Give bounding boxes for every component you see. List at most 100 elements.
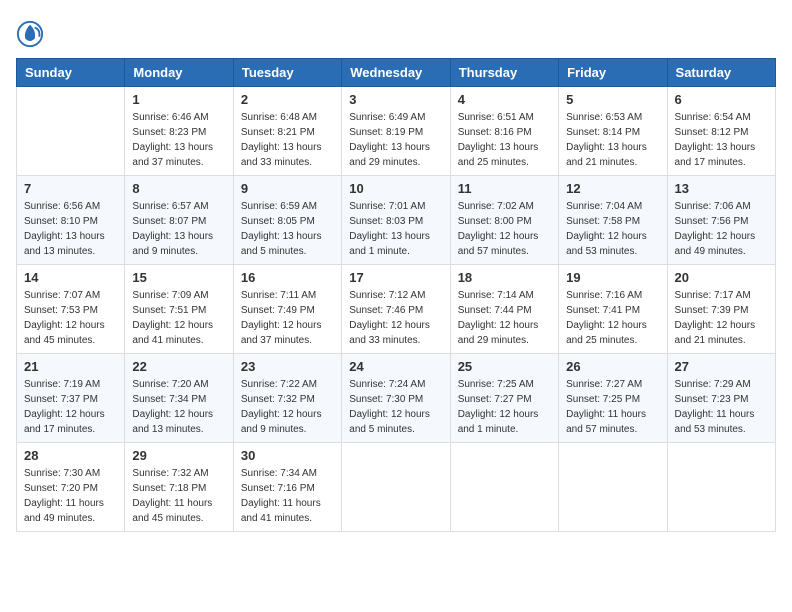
calendar-day-cell: 26Sunrise: 7:27 AM Sunset: 7:25 PM Dayli… <box>559 354 667 443</box>
calendar-day-cell: 9 Sunrise: 6:59 AM Sunset: 8:05 PM Daylig… <box>233 176 341 265</box>
calendar-day-cell <box>342 443 450 532</box>
calendar-day-cell: 30 Sunrise: 7:34 AM Sunset: 7:16 PM Dayli… <box>233 443 341 532</box>
calendar-day-cell: 14 Sunrise: 7:07 AM Sunset: 7:53 PM Dayli… <box>17 265 125 354</box>
day-info: Sunrise: 6:59 AM Sunset: 8:05 PM Dayligh… <box>241 199 334 259</box>
day-info: Sunrise: 7:14 AM Sunset: 7:44 PM Dayligh… <box>458 288 551 348</box>
calendar-header-row: SundayMondayTuesdayWednesdayThursdayFrid… <box>17 59 776 87</box>
day-info: Sunrise: 7:30 AM Sunset: 7:20 PM Dayligh… <box>24 466 117 526</box>
day-number: 30 <box>241 448 334 463</box>
calendar-day-cell: 20 Sunrise: 7:17 AM Sunset: 7:39 PM Dayli… <box>667 265 775 354</box>
day-info: Sunrise: 7:02 AM Sunset: 8:00 PM Dayligh… <box>458 199 551 259</box>
calendar-day-cell: 3 Sunrise: 6:49 AM Sunset: 8:19 PM Daylig… <box>342 87 450 176</box>
day-info: Sunrise: 7:20 AM Sunset: 7:34 PM Dayligh… <box>132 377 225 437</box>
day-number: 8 <box>132 181 225 196</box>
day-info: Sunrise: 6:57 AM Sunset: 8:07 PM Dayligh… <box>132 199 225 259</box>
day-info: Sunrise: 7:22 AM Sunset: 7:32 PM Dayligh… <box>241 377 334 437</box>
calendar-day-cell <box>450 443 558 532</box>
day-info: Sunrise: 6:54 AM Sunset: 8:12 PM Dayligh… <box>675 110 768 170</box>
day-number: 4 <box>458 92 551 107</box>
day-info: Sunrise: 6:46 AM Sunset: 8:23 PM Dayligh… <box>132 110 225 170</box>
day-number: 25 <box>458 359 551 374</box>
day-info: Sunrise: 6:51 AM Sunset: 8:16 PM Dayligh… <box>458 110 551 170</box>
calendar-day-cell: 18 Sunrise: 7:14 AM Sunset: 7:44 PM Dayli… <box>450 265 558 354</box>
calendar-day-cell: 24 Sunrise: 7:24 AM Sunset: 7:30 PM Dayli… <box>342 354 450 443</box>
day-info: Sunrise: 7:27 AM Sunset: 7:25 PM Dayligh… <box>566 377 659 437</box>
day-number: 1 <box>132 92 225 107</box>
calendar-day-cell: 7 Sunrise: 6:56 AM Sunset: 8:10 PM Daylig… <box>17 176 125 265</box>
calendar-day-cell: 28Sunrise: 7:30 AM Sunset: 7:20 PM Dayli… <box>17 443 125 532</box>
calendar-day-cell: 5 Sunrise: 6:53 AM Sunset: 8:14 PM Daylig… <box>559 87 667 176</box>
day-info: Sunrise: 7:19 AM Sunset: 7:37 PM Dayligh… <box>24 377 117 437</box>
calendar-day-cell: 19Sunrise: 7:16 AM Sunset: 7:41 PM Dayli… <box>559 265 667 354</box>
calendar-day-cell: 25 Sunrise: 7:25 AM Sunset: 7:27 PM Dayli… <box>450 354 558 443</box>
day-info: Sunrise: 7:04 AM Sunset: 7:58 PM Dayligh… <box>566 199 659 259</box>
day-of-week-header: Sunday <box>17 59 125 87</box>
calendar-day-cell <box>667 443 775 532</box>
calendar-day-cell: 13 Sunrise: 7:06 AM Sunset: 7:56 PM Dayli… <box>667 176 775 265</box>
day-of-week-header: Wednesday <box>342 59 450 87</box>
page-header <box>16 16 776 48</box>
day-of-week-header: Tuesday <box>233 59 341 87</box>
calendar-table: SundayMondayTuesdayWednesdayThursdayFrid… <box>16 58 776 532</box>
day-info: Sunrise: 7:12 AM Sunset: 7:46 PM Dayligh… <box>349 288 442 348</box>
day-number: 9 <box>241 181 334 196</box>
calendar-week-row: 28Sunrise: 7:30 AM Sunset: 7:20 PM Dayli… <box>17 443 776 532</box>
day-number: 10 <box>349 181 442 196</box>
calendar-day-cell: 21 Sunrise: 7:19 AM Sunset: 7:37 PM Dayli… <box>17 354 125 443</box>
day-number: 6 <box>675 92 768 107</box>
calendar-day-cell: 23Sunrise: 7:22 AM Sunset: 7:32 PM Dayli… <box>233 354 341 443</box>
calendar-week-row: 21 Sunrise: 7:19 AM Sunset: 7:37 PM Dayli… <box>17 354 776 443</box>
day-of-week-header: Thursday <box>450 59 558 87</box>
day-number: 5 <box>566 92 659 107</box>
calendar-day-cell <box>17 87 125 176</box>
logo <box>16 20 48 48</box>
day-number: 14 <box>24 270 117 285</box>
day-info: Sunrise: 7:25 AM Sunset: 7:27 PM Dayligh… <box>458 377 551 437</box>
day-number: 24 <box>349 359 442 374</box>
day-number: 2 <box>241 92 334 107</box>
day-info: Sunrise: 6:56 AM Sunset: 8:10 PM Dayligh… <box>24 199 117 259</box>
day-info: Sunrise: 7:29 AM Sunset: 7:23 PM Dayligh… <box>675 377 768 437</box>
calendar-day-cell: 4 Sunrise: 6:51 AM Sunset: 8:16 PM Daylig… <box>450 87 558 176</box>
calendar-week-row: 14 Sunrise: 7:07 AM Sunset: 7:53 PM Dayli… <box>17 265 776 354</box>
calendar-day-cell: 10 Sunrise: 7:01 AM Sunset: 8:03 PM Dayli… <box>342 176 450 265</box>
day-info: Sunrise: 7:09 AM Sunset: 7:51 PM Dayligh… <box>132 288 225 348</box>
calendar-day-cell: 1 Sunrise: 6:46 AM Sunset: 8:23 PM Daylig… <box>125 87 233 176</box>
calendar-week-row: 7 Sunrise: 6:56 AM Sunset: 8:10 PM Daylig… <box>17 176 776 265</box>
day-info: Sunrise: 7:11 AM Sunset: 7:49 PM Dayligh… <box>241 288 334 348</box>
day-info: Sunrise: 6:53 AM Sunset: 8:14 PM Dayligh… <box>566 110 659 170</box>
day-number: 18 <box>458 270 551 285</box>
day-number: 13 <box>675 181 768 196</box>
day-info: Sunrise: 7:17 AM Sunset: 7:39 PM Dayligh… <box>675 288 768 348</box>
calendar-day-cell: 16 Sunrise: 7:11 AM Sunset: 7:49 PM Dayli… <box>233 265 341 354</box>
day-number: 27 <box>675 359 768 374</box>
day-number: 3 <box>349 92 442 107</box>
logo-icon <box>16 20 44 48</box>
day-info: Sunrise: 7:34 AM Sunset: 7:16 PM Dayligh… <box>241 466 334 526</box>
day-info: Sunrise: 6:48 AM Sunset: 8:21 PM Dayligh… <box>241 110 334 170</box>
day-number: 15 <box>132 270 225 285</box>
calendar-day-cell: 11 Sunrise: 7:02 AM Sunset: 8:00 PM Dayli… <box>450 176 558 265</box>
calendar-day-cell: 29 Sunrise: 7:32 AM Sunset: 7:18 PM Dayli… <box>125 443 233 532</box>
day-of-week-header: Monday <box>125 59 233 87</box>
day-number: 22 <box>132 359 225 374</box>
day-info: Sunrise: 7:32 AM Sunset: 7:18 PM Dayligh… <box>132 466 225 526</box>
day-info: Sunrise: 7:07 AM Sunset: 7:53 PM Dayligh… <box>24 288 117 348</box>
day-number: 12 <box>566 181 659 196</box>
day-number: 19 <box>566 270 659 285</box>
day-number: 11 <box>458 181 551 196</box>
calendar-week-row: 1 Sunrise: 6:46 AM Sunset: 8:23 PM Daylig… <box>17 87 776 176</box>
day-number: 7 <box>24 181 117 196</box>
day-info: Sunrise: 6:49 AM Sunset: 8:19 PM Dayligh… <box>349 110 442 170</box>
day-info: Sunrise: 7:01 AM Sunset: 8:03 PM Dayligh… <box>349 199 442 259</box>
day-number: 21 <box>24 359 117 374</box>
day-number: 29 <box>132 448 225 463</box>
day-info: Sunrise: 7:24 AM Sunset: 7:30 PM Dayligh… <box>349 377 442 437</box>
day-info: Sunrise: 7:06 AM Sunset: 7:56 PM Dayligh… <box>675 199 768 259</box>
day-number: 17 <box>349 270 442 285</box>
day-number: 16 <box>241 270 334 285</box>
calendar-day-cell: 15 Sunrise: 7:09 AM Sunset: 7:51 PM Dayli… <box>125 265 233 354</box>
calendar-day-cell: 27 Sunrise: 7:29 AM Sunset: 7:23 PM Dayli… <box>667 354 775 443</box>
calendar-day-cell: 8 Sunrise: 6:57 AM Sunset: 8:07 PM Daylig… <box>125 176 233 265</box>
day-number: 20 <box>675 270 768 285</box>
